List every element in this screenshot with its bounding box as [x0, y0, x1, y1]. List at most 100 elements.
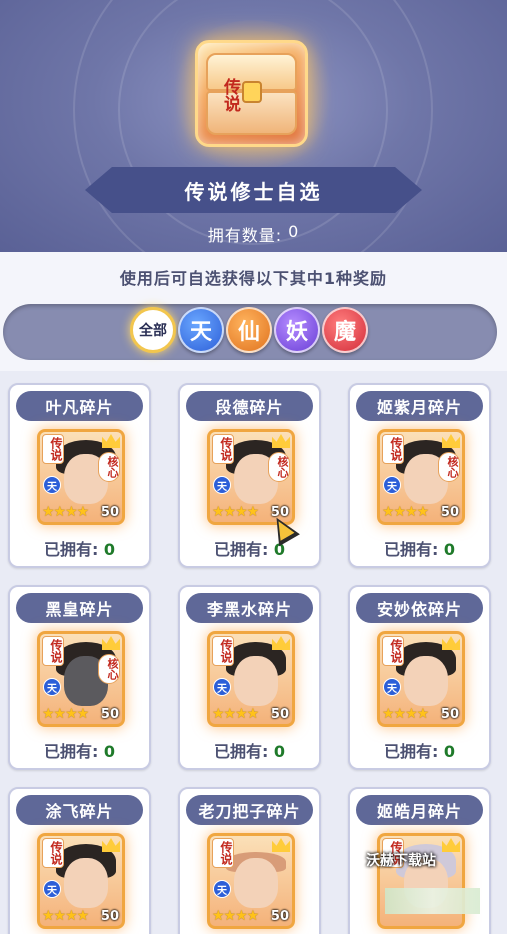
- card-name: 李黑水碎片: [186, 593, 313, 623]
- hero-level: 50: [270, 909, 289, 924]
- faction-icon: 天: [43, 678, 61, 696]
- hero-level: 50: [440, 707, 459, 722]
- card-name: 段德碎片: [186, 391, 313, 421]
- portrait-face: [64, 858, 108, 908]
- owned-value: 0: [103, 742, 116, 761]
- owned-value: 0: [443, 540, 456, 559]
- reward-card[interactable]: 姬紫月碎片 传说 核心 天 ★★★★ 50 已拥有: 0: [348, 383, 491, 568]
- owned-label: 已拥有:: [43, 540, 99, 559]
- owned-value: 0: [273, 742, 286, 761]
- portrait-face: [234, 858, 278, 908]
- legend-tag: 传说: [42, 838, 64, 868]
- page-title: 传说修士自选: [184, 179, 323, 204]
- hero-level: 50: [440, 505, 459, 520]
- faction-icon: 天: [213, 880, 231, 898]
- owned-value: 0: [103, 540, 116, 559]
- core-tag: 核心: [98, 452, 120, 482]
- crown-icon: [102, 636, 120, 650]
- crown-icon: [272, 434, 290, 448]
- chest-legend-badge: 传说: [220, 78, 240, 112]
- reward-card[interactable]: 李黑水碎片 传说 天 ★★★★ 50 已拥有: 0: [178, 585, 321, 770]
- watermark: 沃赫下载站: [366, 853, 436, 869]
- card-name: 老刀把子碎片: [186, 795, 313, 825]
- faction-icon: 天: [213, 476, 231, 494]
- core-tag: 核心: [98, 654, 120, 684]
- reward-card[interactable]: 叶凡碎片 传说 核心 天 ★★★★ 50 已拥有: 0: [8, 383, 151, 568]
- hero-level: 50: [100, 505, 119, 520]
- legend-tag: 传说: [212, 838, 234, 868]
- legend-tag: 传说: [212, 434, 234, 464]
- owned-status: 已拥有: 0: [180, 738, 319, 762]
- hero-portrait: 传说 天 ★★★★ 50: [377, 631, 465, 727]
- crown-icon: [272, 636, 290, 650]
- legend-tag: 传说: [42, 636, 64, 666]
- filter-mo-button[interactable]: 魔: [322, 307, 368, 353]
- owned-label: 已拥有:: [43, 742, 99, 761]
- reward-card[interactable]: 黑皇碎片 传说 核心 天 ★★★★ 50 已拥有: 0: [8, 585, 151, 770]
- owned-label: 已拥有:: [383, 742, 439, 761]
- crown-icon: [102, 838, 120, 852]
- crown-icon: [442, 636, 460, 650]
- card-name: 姬皓月碎片: [356, 795, 483, 825]
- owned-status: 已拥有: 0: [10, 738, 149, 762]
- core-tag: 核心: [438, 452, 460, 482]
- star-rating: ★★★★: [42, 706, 89, 722]
- card-name: 黑皇碎片: [16, 593, 143, 623]
- card-name: 涂飞碎片: [16, 795, 143, 825]
- owned-count: 拥有数量: 0: [0, 222, 507, 246]
- hero-level: 50: [100, 909, 119, 924]
- hero-portrait: 传说 天 ★★★★ 50: [37, 833, 125, 929]
- star-rating: ★★★★: [212, 908, 259, 924]
- owned-count-value: 0: [288, 222, 300, 241]
- star-rating: ★★★★: [42, 504, 89, 520]
- hero-portrait: 传说 天 ★★★★ 50: [207, 833, 295, 929]
- reward-card[interactable]: 安妙依碎片 传说 天 ★★★★ 50 已拥有: 0: [348, 585, 491, 770]
- watermark-blur: [385, 888, 480, 914]
- faction-icon: 天: [383, 678, 401, 696]
- legend-tag: 传说: [382, 434, 404, 464]
- owned-status: 已拥有: 0: [180, 536, 319, 560]
- hero-portrait: 传说 核心 天 ★★★★ 50: [377, 429, 465, 525]
- owned-status: 已拥有: 0: [350, 738, 489, 762]
- filter-xian-button[interactable]: 仙: [226, 307, 272, 353]
- owned-label: 已拥有:: [213, 742, 269, 761]
- crown-icon: [442, 434, 460, 448]
- reward-card[interactable]: 老刀把子碎片 传说 天 ★★★★ 50: [178, 787, 321, 934]
- reward-card[interactable]: 段德碎片 传说 核心 天 ★★★★ 50 已拥有: 0: [178, 383, 321, 568]
- filter-yao-button[interactable]: 妖: [274, 307, 320, 353]
- star-rating: ★★★★: [212, 504, 259, 520]
- filter-all-button[interactable]: 全部: [130, 307, 176, 353]
- reward-card[interactable]: 涂飞碎片 传说 天 ★★★★ 50: [8, 787, 151, 934]
- legend-tag: 传说: [42, 434, 64, 464]
- hero-level: 50: [270, 707, 289, 722]
- hero-portrait: 传说 核心 天 ★★★★ 50: [207, 429, 295, 525]
- legend-tag: 传说: [382, 636, 404, 666]
- faction-icon: 天: [213, 678, 231, 696]
- faction-icon: 天: [383, 476, 401, 494]
- treasure-chest-icon: 传说: [195, 40, 308, 147]
- filter-tian-button[interactable]: 天: [178, 307, 224, 353]
- crown-icon: [272, 838, 290, 852]
- portrait-face: [404, 656, 448, 706]
- crown-icon: [442, 838, 460, 852]
- star-rating: ★★★★: [382, 504, 429, 520]
- card-name: 叶凡碎片: [16, 391, 143, 421]
- hero-portrait: 传说 核心 天 ★★★★ 50: [37, 631, 125, 727]
- faction-icon: 天: [43, 880, 61, 898]
- owned-status: 已拥有: 0: [10, 536, 149, 560]
- card-name: 安妙依碎片: [356, 593, 483, 623]
- faction-icon: 天: [43, 476, 61, 494]
- portrait-face: [234, 656, 278, 706]
- owned-label: 已拥有:: [383, 540, 439, 559]
- owned-count-label: 拥有数量:: [207, 226, 283, 245]
- card-name: 姬紫月碎片: [356, 391, 483, 421]
- owned-value: 0: [443, 742, 456, 761]
- star-rating: ★★★★: [42, 908, 89, 924]
- legend-tag: 传说: [212, 636, 234, 666]
- owned-label: 已拥有:: [213, 540, 269, 559]
- crown-icon: [102, 434, 120, 448]
- chest-clasp: [242, 81, 262, 103]
- hero-portrait: 传说 核心 天 ★★★★ 50: [37, 429, 125, 525]
- star-rating: ★★★★: [212, 706, 259, 722]
- reward-description: 使用后可自选获得以下其中1种奖励: [119, 269, 388, 288]
